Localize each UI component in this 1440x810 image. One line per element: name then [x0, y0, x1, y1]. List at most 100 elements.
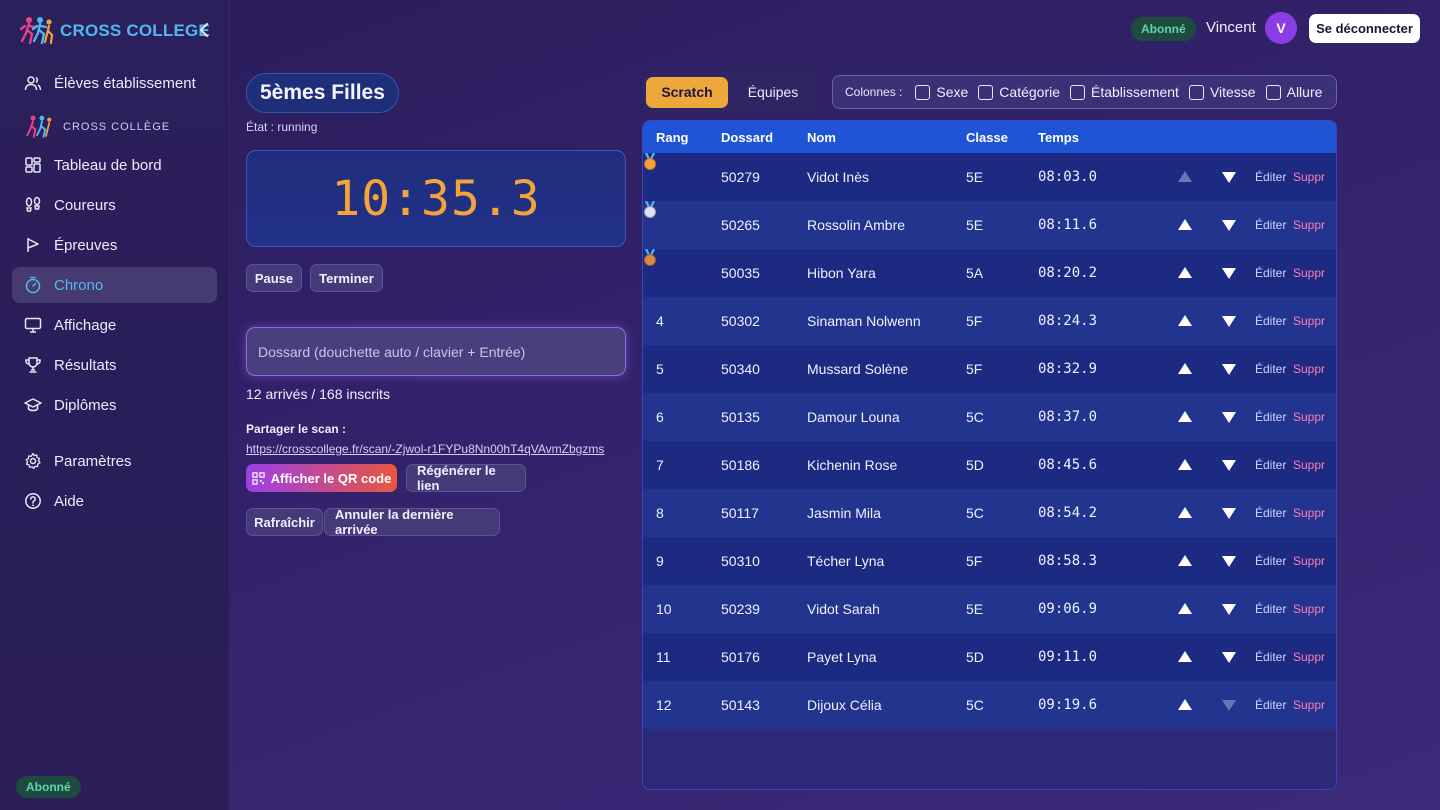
move-up-icon[interactable] — [1178, 411, 1192, 422]
column-toggle-categorie[interactable]: Catégorie — [978, 84, 1060, 100]
subscription-badge: Abonné — [1131, 17, 1196, 41]
sidebar: CROSS COLLEGE Élèves établissement CROSS… — [0, 0, 230, 810]
move-down-icon[interactable] — [1222, 652, 1236, 663]
move-down-icon[interactable] — [1222, 268, 1236, 279]
column-toggle-sexe[interactable]: Sexe — [915, 84, 968, 100]
header-time[interactable]: Temps — [1038, 130, 1079, 145]
header-class[interactable]: Classe — [966, 130, 1008, 145]
edit-button[interactable]: Éditer — [1255, 410, 1286, 424]
finish-button[interactable]: Terminer — [310, 264, 383, 292]
move-up-icon[interactable] — [1178, 315, 1192, 326]
show-qr-button[interactable]: Afficher le QR code — [246, 464, 397, 492]
regenerate-link-button[interactable]: Régénérer le lien — [406, 463, 526, 493]
edit-button[interactable]: Éditer — [1255, 650, 1286, 664]
delete-button[interactable]: Suppr — [1293, 410, 1325, 424]
move-up-icon[interactable] — [1178, 267, 1192, 278]
checkbox[interactable] — [915, 84, 931, 100]
sidebar-item-affichage[interactable]: Affichage — [12, 307, 217, 343]
checkbox[interactable] — [978, 84, 994, 100]
delete-button[interactable]: Suppr — [1293, 506, 1325, 520]
move-down-icon[interactable] — [1222, 700, 1236, 711]
tab-equipes[interactable]: Équipes — [738, 77, 808, 108]
dossard-input[interactable] — [246, 327, 626, 376]
move-up-icon[interactable] — [1178, 699, 1192, 710]
edit-button[interactable]: Éditer — [1255, 170, 1286, 184]
stopwatch-icon — [25, 276, 41, 294]
edit-button[interactable]: Éditer — [1255, 314, 1286, 328]
section-label-text: CROSS COLLÈGE — [63, 121, 171, 133]
move-down-icon[interactable] — [1222, 604, 1236, 615]
edit-button[interactable]: Éditer — [1255, 218, 1286, 232]
delete-button[interactable]: Suppr — [1293, 602, 1325, 616]
chevron-left-icon[interactable] — [195, 20, 215, 40]
cell-bib: 50143 — [721, 697, 760, 713]
avatar[interactable]: V — [1265, 12, 1297, 44]
move-down-icon[interactable] — [1222, 220, 1236, 231]
edit-button[interactable]: Éditer — [1255, 554, 1286, 568]
delete-button[interactable]: Suppr — [1293, 266, 1325, 280]
arrival-count: 12 arrivés / 168 inscrits — [246, 386, 390, 402]
move-down-icon[interactable] — [1222, 460, 1236, 471]
refresh-button[interactable]: Rafraîchir — [246, 508, 323, 536]
move-up-icon[interactable] — [1178, 459, 1192, 470]
delete-button[interactable]: Suppr — [1293, 458, 1325, 472]
move-down-icon[interactable] — [1222, 172, 1236, 183]
delete-button[interactable]: Suppr — [1293, 650, 1325, 664]
delete-button[interactable]: Suppr — [1293, 698, 1325, 712]
sidebar-item-epreuves[interactable]: Épreuves — [12, 227, 217, 263]
edit-button[interactable]: Éditer — [1255, 602, 1286, 616]
move-up-icon[interactable] — [1178, 363, 1192, 374]
move-down-icon[interactable] — [1222, 556, 1236, 567]
checkbox[interactable] — [1265, 84, 1281, 100]
edit-button[interactable]: Éditer — [1255, 698, 1286, 712]
cell-time: 08:11.6 — [1038, 217, 1098, 233]
sidebar-item-eleves[interactable]: Élèves établissement — [12, 65, 217, 101]
column-toggle-etablissement[interactable]: Établissement — [1070, 84, 1179, 100]
move-down-icon[interactable] — [1222, 412, 1236, 423]
edit-button[interactable]: Éditer — [1255, 266, 1286, 280]
medal-icon — [644, 200, 656, 218]
edit-button[interactable]: Éditer — [1255, 458, 1286, 472]
delete-button[interactable]: Suppr — [1293, 554, 1325, 568]
undo-last-arrival-button[interactable]: Annuler la dernière arrivée — [324, 507, 500, 537]
delete-button[interactable]: Suppr — [1293, 170, 1325, 184]
delete-button[interactable]: Suppr — [1293, 218, 1325, 232]
sidebar-item-chrono[interactable]: Chrono — [12, 267, 217, 303]
edit-button[interactable]: Éditer — [1255, 506, 1286, 520]
checkbox[interactable] — [1188, 84, 1204, 100]
move-up-icon[interactable] — [1178, 603, 1192, 614]
sidebar-item-diplomes[interactable]: Diplômes — [12, 387, 217, 423]
header-bib[interactable]: Dossard — [721, 130, 773, 145]
move-up-icon[interactable] — [1178, 171, 1192, 182]
sidebar-item-tableau-de-bord[interactable]: Tableau de bord — [12, 147, 217, 183]
header-rank[interactable]: Rang — [656, 130, 689, 145]
share-link[interactable]: https://crosscollege.fr/scan/-Zjwol-r1FY… — [246, 442, 604, 456]
move-up-icon[interactable] — [1178, 507, 1192, 518]
sidebar-item-label: Aide — [54, 492, 85, 510]
edit-button[interactable]: Éditer — [1255, 362, 1286, 376]
pause-button[interactable]: Pause — [246, 264, 302, 292]
move-up-icon[interactable] — [1178, 219, 1192, 230]
results-table: Rang Dossard Nom Classe Temps 50279 Vido… — [642, 120, 1337, 790]
column-toggle-vitesse[interactable]: Vitesse — [1188, 84, 1256, 100]
race-title: 5èmes Filles — [246, 73, 399, 113]
tab-scratch[interactable]: Scratch — [646, 76, 728, 108]
move-down-icon[interactable] — [1222, 364, 1236, 375]
column-toggle-allure[interactable]: Allure — [1265, 84, 1323, 100]
sidebar-item-parametres[interactable]: Paramètres — [12, 443, 217, 479]
move-up-icon[interactable] — [1178, 651, 1192, 662]
move-down-icon[interactable] — [1222, 508, 1236, 519]
header-name[interactable]: Nom — [807, 130, 836, 145]
sidebar-item-resultats[interactable]: Résultats — [12, 347, 217, 383]
delete-button[interactable]: Suppr — [1293, 314, 1325, 328]
delete-button[interactable]: Suppr — [1293, 362, 1325, 376]
brand[interactable]: CROSS COLLEGE — [20, 14, 215, 48]
move-down-icon[interactable] — [1222, 316, 1236, 327]
checkbox-label: Allure — [1286, 84, 1323, 100]
sidebar-item-label: Coureurs — [54, 196, 116, 214]
move-up-icon[interactable] — [1178, 555, 1192, 566]
sidebar-item-aide[interactable]: Aide — [12, 483, 217, 519]
logout-button[interactable]: Se déconnecter — [1309, 14, 1420, 43]
checkbox[interactable] — [1070, 84, 1085, 100]
sidebar-item-coureurs[interactable]: Coureurs — [12, 187, 217, 223]
